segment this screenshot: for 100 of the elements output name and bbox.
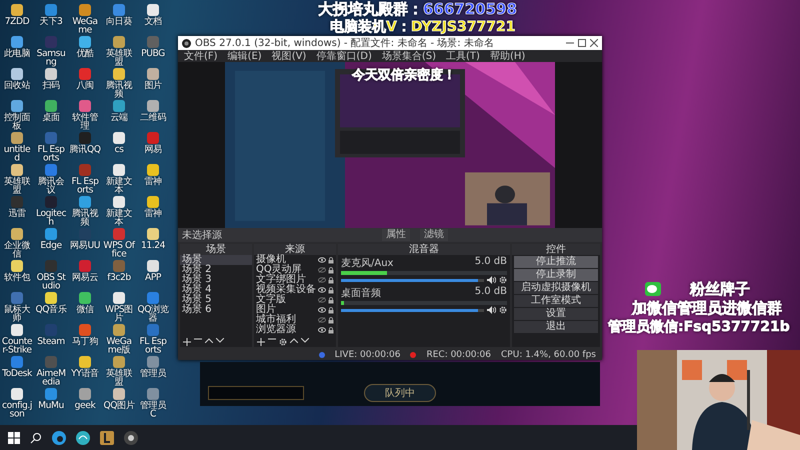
app-icon[interactable] [79, 36, 91, 48]
chat-field[interactable] [208, 386, 304, 400]
scene-item[interactable]: 场景 2 [180, 265, 252, 275]
scene-item[interactable]: 场景 [180, 255, 252, 265]
app-icon[interactable] [147, 68, 159, 80]
lock-icon[interactable] [328, 286, 334, 294]
app-icon[interactable] [79, 356, 91, 368]
eye-icon[interactable] [318, 327, 326, 333]
app-icon[interactable] [113, 68, 125, 80]
menu-item[interactable]: 停靠窗口(D) [316, 49, 372, 63]
lock-icon[interactable] [328, 296, 334, 304]
eye-icon[interactable] [318, 287, 326, 293]
source-item[interactable]: 摄像机 [256, 255, 316, 265]
gear-icon[interactable] [279, 338, 287, 346]
menu-item[interactable]: 视图(V) [272, 49, 306, 63]
search-icon[interactable] [30, 432, 42, 444]
source-item[interactable]: 文字版 [256, 295, 316, 305]
lock-icon[interactable] [328, 266, 334, 274]
app-icon[interactable] [113, 196, 125, 208]
app-icon[interactable] [45, 292, 57, 304]
app-icon[interactable] [147, 4, 159, 16]
app-icon[interactable] [11, 228, 23, 240]
icon-label: 雷神 [143, 177, 163, 186]
lock-icon[interactable] [328, 326, 334, 334]
control-button[interactable]: 工作室模式 [514, 295, 598, 307]
menu-item[interactable]: 编辑(E) [228, 49, 262, 63]
app-icon[interactable] [79, 4, 91, 16]
icon-label: 7ZDD [4, 17, 30, 26]
scene-item[interactable]: 场景 4 [180, 285, 252, 295]
app-icon[interactable] [147, 164, 159, 176]
lock-icon[interactable] [328, 316, 334, 324]
control-button[interactable]: 设置 [514, 308, 598, 320]
control-button[interactable]: 停止录制 [514, 269, 598, 281]
lock-icon[interactable] [328, 256, 334, 264]
up-icon[interactable] [290, 338, 298, 343]
speaker-icon[interactable] [487, 306, 496, 314]
menu-item[interactable]: 场景集合(S) [382, 49, 436, 63]
scene-item[interactable]: 场景 6 [180, 305, 252, 315]
browser-icon[interactable] [76, 430, 90, 444]
app-icon[interactable] [113, 292, 125, 304]
lock-icon[interactable] [328, 306, 334, 314]
source-item[interactable]: 浏览器源 [256, 325, 316, 335]
settings-icon[interactable] [499, 276, 507, 284]
down-icon[interactable] [301, 338, 309, 343]
app-icon[interactable] [11, 68, 23, 80]
app-icon[interactable] [11, 164, 23, 176]
menu-item[interactable]: 工具(T) [446, 49, 480, 63]
source-item[interactable]: QQ灵动屏 [256, 265, 316, 275]
app-icon[interactable] [11, 4, 23, 16]
queue-button[interactable]: 队列中 [364, 384, 436, 402]
down-icon[interactable] [216, 338, 224, 343]
app-icon[interactable] [11, 36, 23, 48]
menu-item[interactable]: 文件(F) [184, 49, 218, 63]
scene-item[interactable]: 场景 5 [180, 295, 252, 305]
control-button[interactable]: 停止推流 [514, 256, 598, 268]
maximize-icon[interactable] [578, 39, 586, 47]
game-icon[interactable] [100, 430, 114, 444]
settings-icon[interactable] [499, 306, 507, 314]
eye-icon[interactable] [318, 307, 326, 313]
control-button[interactable]: 启动虚拟摄像机 [514, 282, 598, 294]
source-item[interactable]: 图片 [256, 305, 316, 315]
app-icon[interactable] [11, 388, 23, 400]
control-button[interactable]: 退出 [514, 321, 598, 333]
speaker-icon[interactable] [487, 276, 496, 284]
recorder-icon[interactable] [124, 430, 138, 444]
filters-button[interactable]: 滤镜 [420, 229, 448, 241]
app-icon[interactable] [147, 196, 159, 208]
eye-off-icon[interactable] [318, 267, 326, 273]
app-icon[interactable] [11, 324, 23, 336]
app-icon[interactable] [11, 100, 23, 112]
app-icon[interactable] [11, 132, 23, 144]
source-item[interactable]: 视频采集设备 [256, 285, 316, 295]
app-icon[interactable] [113, 164, 125, 176]
add-icon[interactable] [183, 338, 191, 346]
close-icon[interactable] [590, 39, 598, 47]
eye-off-icon[interactable] [318, 277, 326, 283]
add-icon[interactable] [257, 338, 265, 346]
app-icon[interactable] [79, 292, 91, 304]
app-icon[interactable] [11, 260, 23, 272]
eye-icon[interactable] [318, 257, 326, 263]
source-item[interactable]: 城市福利 [256, 315, 316, 325]
scene-item[interactable]: 场景 3 [180, 275, 252, 285]
lock-icon[interactable] [328, 276, 334, 284]
app-icon[interactable] [45, 68, 57, 80]
eye-off-icon[interactable] [318, 297, 326, 303]
app-icon[interactable] [113, 388, 125, 400]
icon-label: untitled [2, 146, 32, 162]
source-item[interactable]: 文字绑图片 [256, 275, 316, 285]
app-icon[interactable] [147, 100, 159, 112]
app-icon[interactable] [113, 132, 125, 144]
source-status: 未选择源 [182, 228, 222, 242]
eye-off-icon[interactable] [318, 317, 326, 323]
up-icon[interactable] [205, 338, 213, 343]
properties-button[interactable]: 属性 [382, 229, 410, 241]
menu-item[interactable]: 帮助(H) [490, 49, 526, 63]
windows-start-icon[interactable] [8, 432, 20, 444]
app-icon[interactable] [147, 260, 159, 272]
app-icon[interactable] [113, 36, 125, 48]
app-icon[interactable] [45, 100, 57, 112]
app-icon[interactable] [147, 228, 159, 240]
